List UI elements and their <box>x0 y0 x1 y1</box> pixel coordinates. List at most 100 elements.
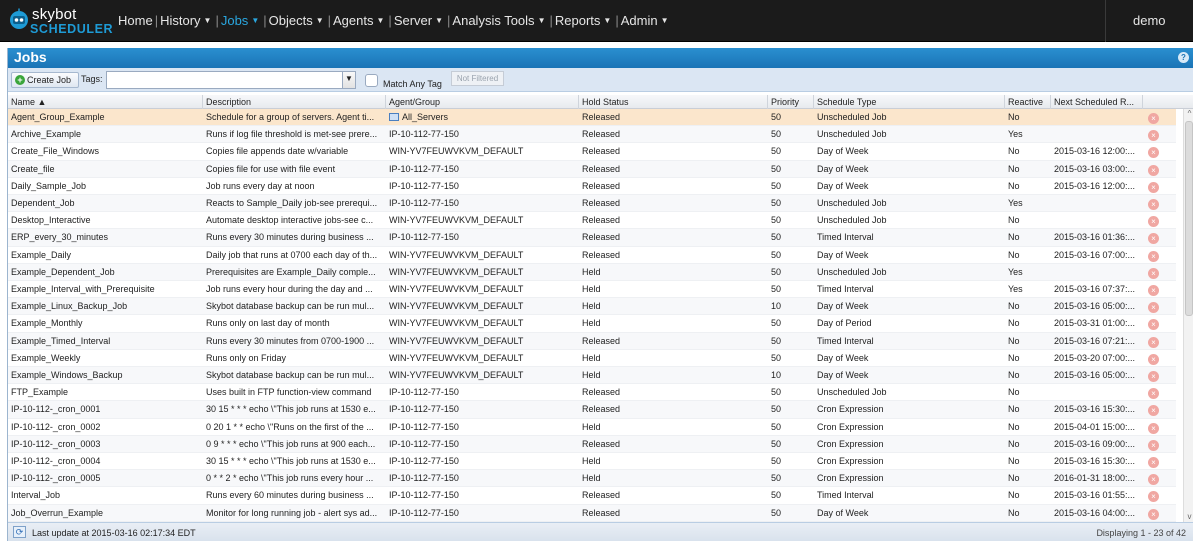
cell-agent: WIN-YV7FEUWVKVM_DEFAULT <box>389 249 524 260</box>
cell-priority: 50 <box>771 198 782 208</box>
table-row[interactable]: Example_Monthly Runs only on last day of … <box>8 315 1176 333</box>
cell-description: 0 9 * * * echo \"This job runs at 900 ea… <box>206 438 376 449</box>
nav-analysis-tools[interactable]: Analysis Tools ▼ <box>452 13 547 28</box>
table-row[interactable]: Example_Dependent_Job Prerequisites are E… <box>8 263 1176 281</box>
delete-icon[interactable]: × <box>1148 199 1159 210</box>
nav-server[interactable]: Server ▼ <box>394 13 445 28</box>
cell-reactive: Yes <box>1008 129 1023 140</box>
cell-description: Skybot database backup can be run mul... <box>206 370 375 380</box>
column-header-description[interactable]: Description <box>203 95 386 109</box>
vertical-scrollbar[interactable]: ^ v <box>1183 109 1193 522</box>
filter-status-button[interactable]: Not Filtered <box>451 71 504 86</box>
match-any-tag-checkbox[interactable] <box>365 74 378 87</box>
delete-icon[interactable]: × <box>1148 457 1159 468</box>
delete-icon[interactable]: × <box>1148 113 1159 124</box>
delete-icon[interactable]: × <box>1148 491 1159 503</box>
table-row[interactable]: Create_file Copies file for use with file… <box>8 160 1176 178</box>
table-row[interactable]: Example_Weekly Runs only on Friday WIN-YV7… <box>8 350 1176 367</box>
cell-schedule: Day of Week <box>817 180 869 191</box>
table-row[interactable]: ERP_every_30_minutes Runs every 30 minute… <box>8 229 1176 247</box>
column-header-next[interactable]: Next Scheduled R... <box>1051 95 1143 109</box>
nav-label: Home <box>118 13 153 28</box>
table-row[interactable]: Example_Timed_Interval Runs every 30 minu… <box>8 332 1176 350</box>
delete-icon[interactable]: × <box>1148 285 1159 296</box>
delete-icon[interactable]: × <box>1148 371 1159 382</box>
refresh-icon[interactable]: ⟳ <box>13 526 26 538</box>
table-row[interactable]: Example_Linux_Backup_Job Skybot database … <box>8 298 1176 316</box>
cell-priority: 50 <box>771 249 782 260</box>
delete-icon[interactable]: × <box>1148 147 1159 159</box>
table-row[interactable]: IP-10-112-_cron_0002 0 20 1 * * echo \"Ru… <box>8 419 1176 436</box>
table-row[interactable]: Create_File_Windows Copies file appends d… <box>8 143 1176 161</box>
scroll-up-icon[interactable]: ^ <box>1184 109 1193 119</box>
cell-hold: Released <box>582 490 621 501</box>
delete-icon[interactable]: × <box>1148 164 1159 176</box>
skybot-scheduler-logo[interactable]: skybot SCHEDULER <box>6 4 114 38</box>
delete-icon[interactable]: × <box>1148 353 1159 365</box>
create-job-button[interactable]: + Create Job <box>11 72 79 88</box>
cell-next <box>1051 212 1143 229</box>
delete-icon[interactable]: × <box>1148 439 1159 451</box>
cell-schedule: Day of Week <box>817 507 869 518</box>
column-header-agent[interactable]: Agent/Group <box>386 95 579 109</box>
table-row[interactable]: Archive_Example Runs if log file threshol… <box>8 126 1176 144</box>
scroll-down-icon[interactable]: v <box>1184 512 1193 522</box>
column-header-priority[interactable]: Priority <box>768 95 814 109</box>
table-row[interactable]: Dependent_Job Reacts to Sample_Daily job-… <box>8 195 1176 213</box>
delete-icon[interactable]: × <box>1148 130 1159 142</box>
cell-description: Copies file for use with file event <box>206 163 336 174</box>
table-row[interactable]: FTP_Example Uses built in FTP function-vi… <box>8 384 1176 402</box>
cell-hold: Released <box>582 249 621 260</box>
delete-icon[interactable]: × <box>1148 422 1159 434</box>
cell-description: Monitor for long running job - alert sys… <box>206 507 378 518</box>
delete-icon[interactable]: × <box>1148 250 1159 262</box>
column-header-reactive[interactable]: Reactive <box>1005 95 1051 109</box>
column-header-name[interactable]: Name ▲ <box>8 95 203 109</box>
nav-jobs[interactable]: Jobs ▼ <box>221 13 261 28</box>
user-menu[interactable]: demo <box>1105 0 1193 42</box>
table-row[interactable]: IP-10-112-_cron_0003 0 9 * * * echo \"Thi… <box>8 435 1176 453</box>
delete-icon[interactable]: × <box>1148 508 1159 520</box>
table-row[interactable]: IP-10-112-_cron_0005 0 * * 2 * echo \"Thi… <box>8 470 1176 488</box>
tags-input[interactable] <box>106 71 356 89</box>
column-header-hold[interactable]: Hold Status <box>579 95 768 109</box>
nav-history[interactable]: History ▼ <box>160 13 213 28</box>
table-row[interactable]: Example_Daily Daily job that runs at 0700… <box>8 247 1176 264</box>
table-row[interactable]: Example_Windows_Backup Skybot database ba… <box>8 367 1176 385</box>
delete-icon[interactable]: × <box>1148 181 1159 193</box>
delete-icon[interactable]: × <box>1148 319 1159 331</box>
nav-home[interactable]: Home <box>118 13 153 28</box>
tags-dropdown-button[interactable]: ▼ <box>342 71 356 89</box>
nav-objects[interactable]: Objects ▼ <box>269 13 326 28</box>
cell-reactive: No <box>1008 404 1020 415</box>
table-row[interactable]: Desktop_Interactive Automate desktop inte… <box>8 212 1176 230</box>
help-icon[interactable]: ? <box>1178 52 1189 63</box>
cell-hold: Held <box>582 266 601 277</box>
cell-reactive: No <box>1008 146 1020 157</box>
caret-down-icon: ▼ <box>315 16 324 25</box>
table-row[interactable]: IP-10-112-_cron_0001 30 15 * * * echo \"T… <box>8 401 1176 419</box>
column-header-schedule[interactable]: Schedule Type <box>814 95 1005 109</box>
delete-icon[interactable]: × <box>1148 267 1159 279</box>
delete-icon[interactable]: × <box>1148 233 1159 245</box>
delete-icon[interactable]: × <box>1148 336 1159 348</box>
nav-reports[interactable]: Reports ▼ <box>555 13 613 28</box>
delete-icon[interactable]: × <box>1148 388 1159 400</box>
nav-admin[interactable]: Admin ▼ <box>621 13 671 28</box>
table-row[interactable]: Agent_Group_Example Schedule for a group … <box>8 109 1176 127</box>
table-row[interactable]: Job_Overrun_Example Monitor for long runn… <box>8 504 1176 522</box>
cell-hold: Held <box>582 284 601 294</box>
scroll-thumb[interactable] <box>1185 121 1193 316</box>
delete-icon[interactable]: × <box>1148 216 1159 228</box>
cell-schedule: Unscheduled Job <box>817 387 887 398</box>
table-row[interactable]: Interval_Job Runs every 60 minutes during… <box>8 487 1176 505</box>
table-row[interactable]: Daily_Sample_Job Job runs every day at no… <box>8 178 1176 195</box>
cell-name: Example_Timed_Interval <box>11 335 111 346</box>
table-row[interactable]: IP-10-112-_cron_0004 30 15 * * * echo \"T… <box>8 453 1176 471</box>
table-row[interactable]: Example_Interval_with_Prerequisite Job ru… <box>8 281 1176 299</box>
nav-agents[interactable]: Agents ▼ <box>333 13 386 28</box>
delete-icon[interactable]: × <box>1148 302 1159 314</box>
cell-description: Job runs every day at noon <box>206 180 315 191</box>
delete-icon[interactable]: × <box>1148 405 1159 417</box>
delete-icon[interactable]: × <box>1148 474 1159 486</box>
